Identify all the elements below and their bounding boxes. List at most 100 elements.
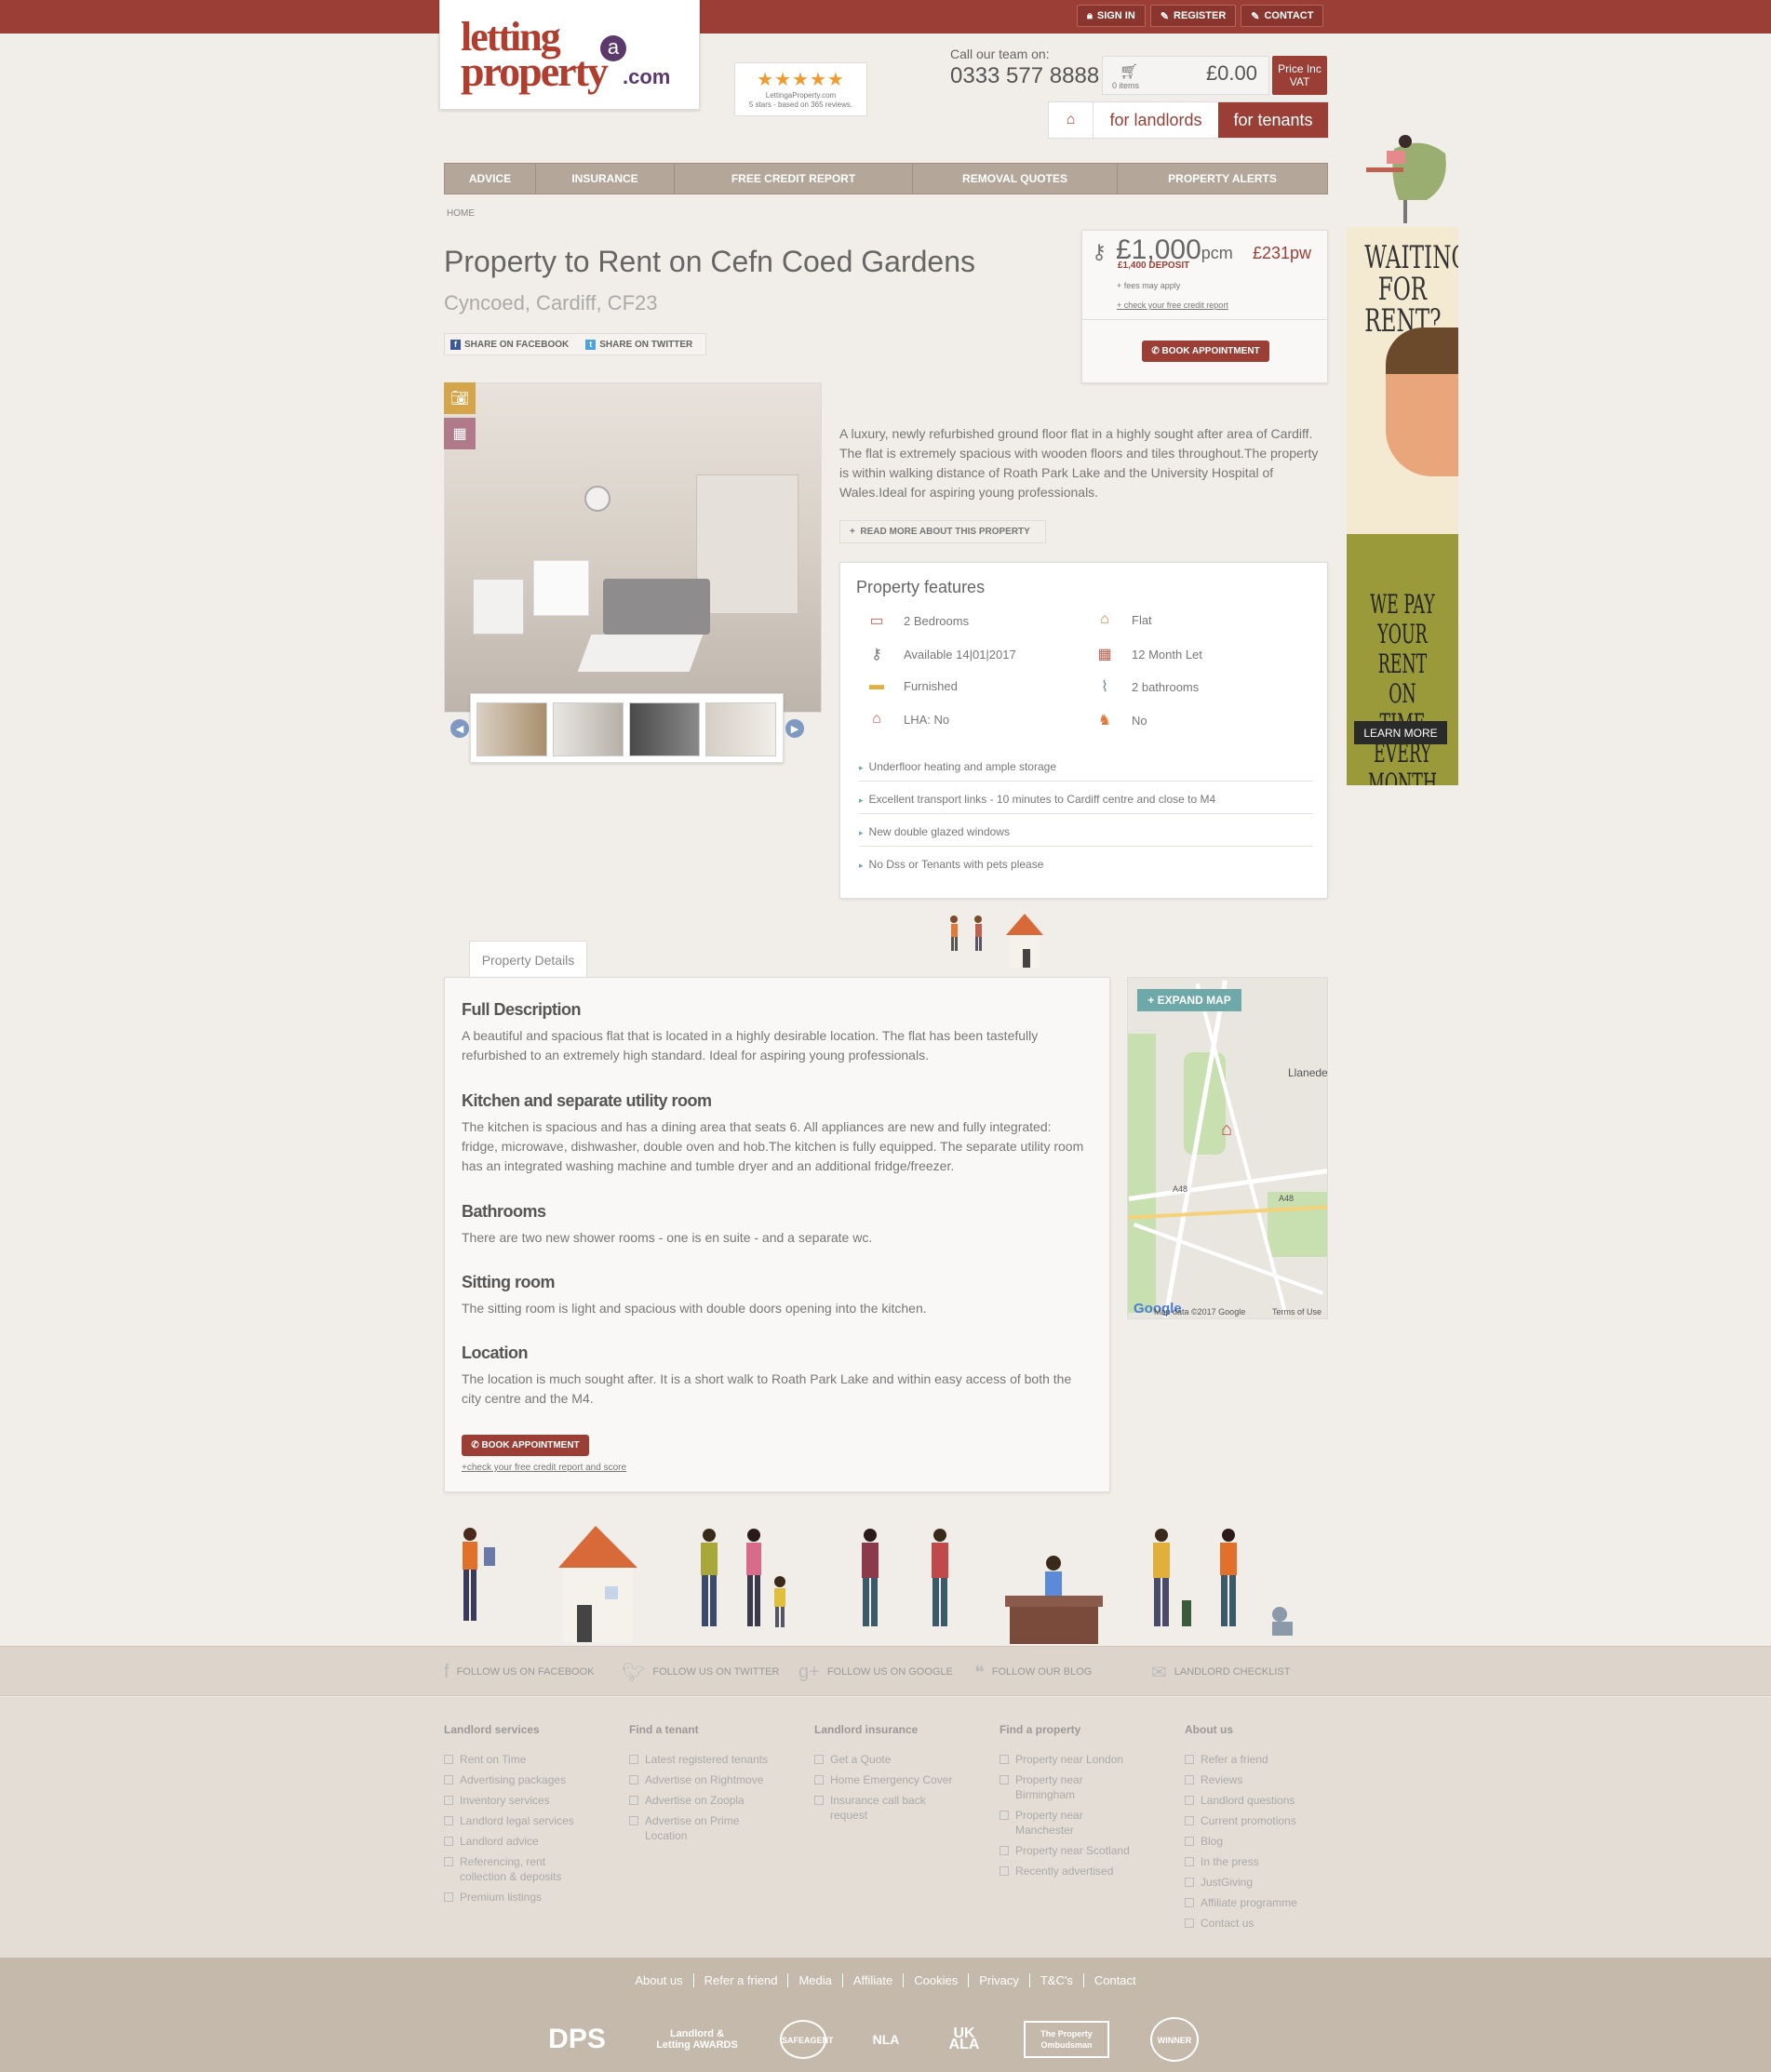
book-appointment-button[interactable]: ✆ BOOK APPOINTMENT	[462, 1435, 589, 1456]
bottom-link[interactable]: About us	[624, 1973, 694, 1987]
breadcrumb[interactable]: HOME	[447, 208, 475, 219]
price-box: ⚷ £1,000pcm £231pw £1,400 DEPOSIT + fees…	[1081, 230, 1328, 383]
footer-link[interactable]: Inventory services	[444, 1793, 584, 1808]
rent-guarantee-ad[interactable]: WAITING FOR RENT? WE PAY YOUR RENT ON TI…	[1347, 227, 1458, 785]
footer-link[interactable]: Property near Manchester	[1000, 1808, 1120, 1838]
location-map[interactable]: + EXPAND MAP Llanede A48 A48 ⌂ Google Ma…	[1127, 977, 1328, 1319]
footer-link[interactable]: In the press	[1185, 1854, 1324, 1869]
footer-link[interactable]: Recently advertised	[1000, 1864, 1139, 1878]
footer-link[interactable]: Advertise on Prime Location	[629, 1813, 769, 1843]
prev-arrow-icon[interactable]: ◀	[450, 719, 469, 738]
bottom-link[interactable]: T&C's	[1030, 1973, 1084, 1987]
bottom-link[interactable]: Cookies	[904, 1973, 970, 1987]
footer-link[interactable]: JustGiving	[1185, 1875, 1324, 1890]
bottom-link[interactable]: Privacy	[969, 1973, 1030, 1987]
footer-link[interactable]: Landlord legal services	[444, 1813, 584, 1828]
for-tenants-tab[interactable]: for tenants	[1218, 102, 1328, 138]
audience-switch: ⌂ for landlords for tenants	[1048, 101, 1329, 139]
footer-link[interactable]: Rent on Time	[444, 1752, 584, 1767]
home-icon[interactable]: ⌂	[1049, 102, 1093, 138]
camera-icon[interactable]: 📷︎	[444, 382, 476, 414]
nav-free-credit-report[interactable]: FREE CREDIT REPORT	[675, 164, 913, 194]
expand-map-button[interactable]: + EXPAND MAP	[1137, 989, 1241, 1011]
footer-link[interactable]: Property near Scotland	[1000, 1843, 1139, 1858]
main-nav: ADVICE INSURANCE FREE CREDIT REPORT REMO…	[444, 163, 1328, 194]
footer-link[interactable]: Advertise on Rightmove	[629, 1772, 769, 1787]
footer-column-find-tenant: Find a tenant Latest registered tenants …	[629, 1723, 769, 1849]
nav-advice[interactable]: ADVICE	[445, 164, 536, 194]
bottom-link[interactable]: Contact	[1084, 1973, 1147, 1987]
follow-blog-link[interactable]: ❝ FOLLOW OUR BLOG	[974, 1647, 1092, 1697]
footer-link[interactable]: Insurance call back request	[814, 1793, 954, 1823]
contact-button[interactable]: ✎ CONTACT	[1241, 5, 1324, 27]
footer-link[interactable]: Landlord advice	[444, 1834, 584, 1849]
footer-link[interactable]: Current promotions	[1185, 1813, 1324, 1828]
key-icon: ⚷	[1092, 240, 1107, 263]
section-heading: Sitting room	[462, 1273, 556, 1291]
property-photo[interactable]	[444, 382, 822, 713]
thumbnail[interactable]	[553, 702, 624, 756]
phone-number[interactable]: 0333 577 8888	[950, 63, 1099, 89]
landlord-checklist-link[interactable]: ✉ LANDLORD CHECKLIST	[1151, 1647, 1290, 1697]
facebook-icon: f	[450, 339, 461, 350]
register-button[interactable]: ✎ REGISTER	[1149, 5, 1237, 27]
follow-twitter-link[interactable]: 🐦︎ FOLLOW US ON TWITTER	[622, 1647, 779, 1697]
share-facebook-button[interactable]: f SHARE ON FACEBOOK	[450, 339, 569, 350]
next-arrow-icon[interactable]: ▶	[785, 719, 804, 738]
footer-link[interactable]: Blog	[1185, 1834, 1324, 1849]
floorplan-icon[interactable]: ▦	[444, 418, 476, 449]
thumbnail[interactable]	[476, 702, 547, 756]
photo-door	[696, 475, 798, 614]
edit-icon: ✎	[1251, 10, 1260, 22]
footer-link[interactable]: Referencing, rent collection & deposits	[444, 1854, 584, 1884]
footer-column-landlord-services: Landlord services Rent on Time Advertisi…	[444, 1723, 584, 1910]
follow-facebook-link[interactable]: f FOLLOW US ON FACEBOOK	[444, 1647, 594, 1697]
credit-report-link[interactable]: + check your free credit report	[1117, 301, 1228, 310]
footer-link[interactable]: Affiliate programme	[1185, 1895, 1324, 1910]
footer-link[interactable]: Reviews	[1185, 1772, 1324, 1787]
footer-link[interactable]: Refer a friend	[1185, 1752, 1324, 1767]
nav-removal-quotes[interactable]: REMOVAL QUOTES	[913, 164, 1118, 194]
book-appointment-button[interactable]: ✆ BOOK APPOINTMENT	[1142, 341, 1269, 362]
footer-link[interactable]: Property near Birmingham	[1000, 1772, 1120, 1802]
bottom-link[interactable]: Refer a friend	[694, 1973, 789, 1987]
map-terms-link[interactable]: Terms of Use	[1272, 1307, 1322, 1317]
bottom-link[interactable]: Affiliate	[843, 1973, 905, 1987]
footer-link[interactable]: Home Emergency Cover	[814, 1772, 954, 1787]
feature-furnished: ▬ Furnished	[866, 677, 958, 694]
footer-link[interactable]: Property near London	[1000, 1752, 1139, 1767]
thumbnail[interactable]	[629, 702, 700, 756]
vat-toggle[interactable]: Price Inc VAT	[1272, 56, 1327, 95]
share-twitter-button[interactable]: t SHARE ON TWITTER	[585, 339, 692, 350]
handshake-house-illustration	[950, 914, 1043, 968]
footer-link[interactable]: Premium listings	[444, 1890, 584, 1905]
basket[interactable]: 🛒︎ 0 items £0.00	[1102, 56, 1269, 95]
section-heading: Location	[462, 1343, 529, 1362]
footer-link[interactable]: Contact us	[1185, 1916, 1324, 1931]
property-summary: A luxury, newly refurbished ground floor…	[839, 426, 1319, 500]
follow-google-link[interactable]: g+ FOLLOW US ON GOOGLE	[798, 1647, 953, 1697]
footer-link[interactable]: Landlord questions	[1185, 1793, 1324, 1808]
nav-insurance[interactable]: INSURANCE	[536, 164, 675, 194]
property-pin-icon[interactable]: ⌂	[1221, 1119, 1232, 1141]
winner-badge-logo: WINNER	[1150, 2017, 1199, 2062]
ad-headline: WAITING FOR RENT?	[1364, 239, 1458, 340]
footer-link[interactable]: Advertising packages	[444, 1772, 584, 1787]
credit-report-link[interactable]: +check your free credit report and score	[462, 1463, 626, 1473]
feature-lha: ⌂ LHA: No	[866, 711, 949, 728]
nav-property-alerts[interactable]: PROPERTY ALERTS	[1118, 164, 1327, 194]
footer-link[interactable]: Get a Quote	[814, 1752, 954, 1767]
rating-badge[interactable]: ★★★★★ LettingaProperty.com 5 stars - bas…	[734, 62, 867, 116]
photo-radiator	[473, 579, 524, 635]
for-landlords-tab[interactable]: for landlords	[1093, 102, 1218, 138]
site-logo[interactable]: letting a property .com	[439, 0, 700, 110]
read-more-button[interactable]: + READ MORE ABOUT THIS PROPERTY	[839, 520, 1046, 543]
footer-link[interactable]: Advertise on Zoopla	[629, 1793, 769, 1808]
bottom-link[interactable]: Media	[788, 1973, 843, 1987]
thumbnail[interactable]	[705, 702, 776, 756]
footer-link[interactable]: Latest registered tenants	[629, 1752, 769, 1767]
learn-more-button[interactable]: LEARN MORE	[1354, 721, 1447, 744]
dog-icon: ♞	[1097, 713, 1112, 729]
tab-property-details[interactable]: Property Details	[469, 941, 587, 978]
sign-in-button[interactable]: 🔒︎ SIGN IN	[1077, 5, 1146, 27]
